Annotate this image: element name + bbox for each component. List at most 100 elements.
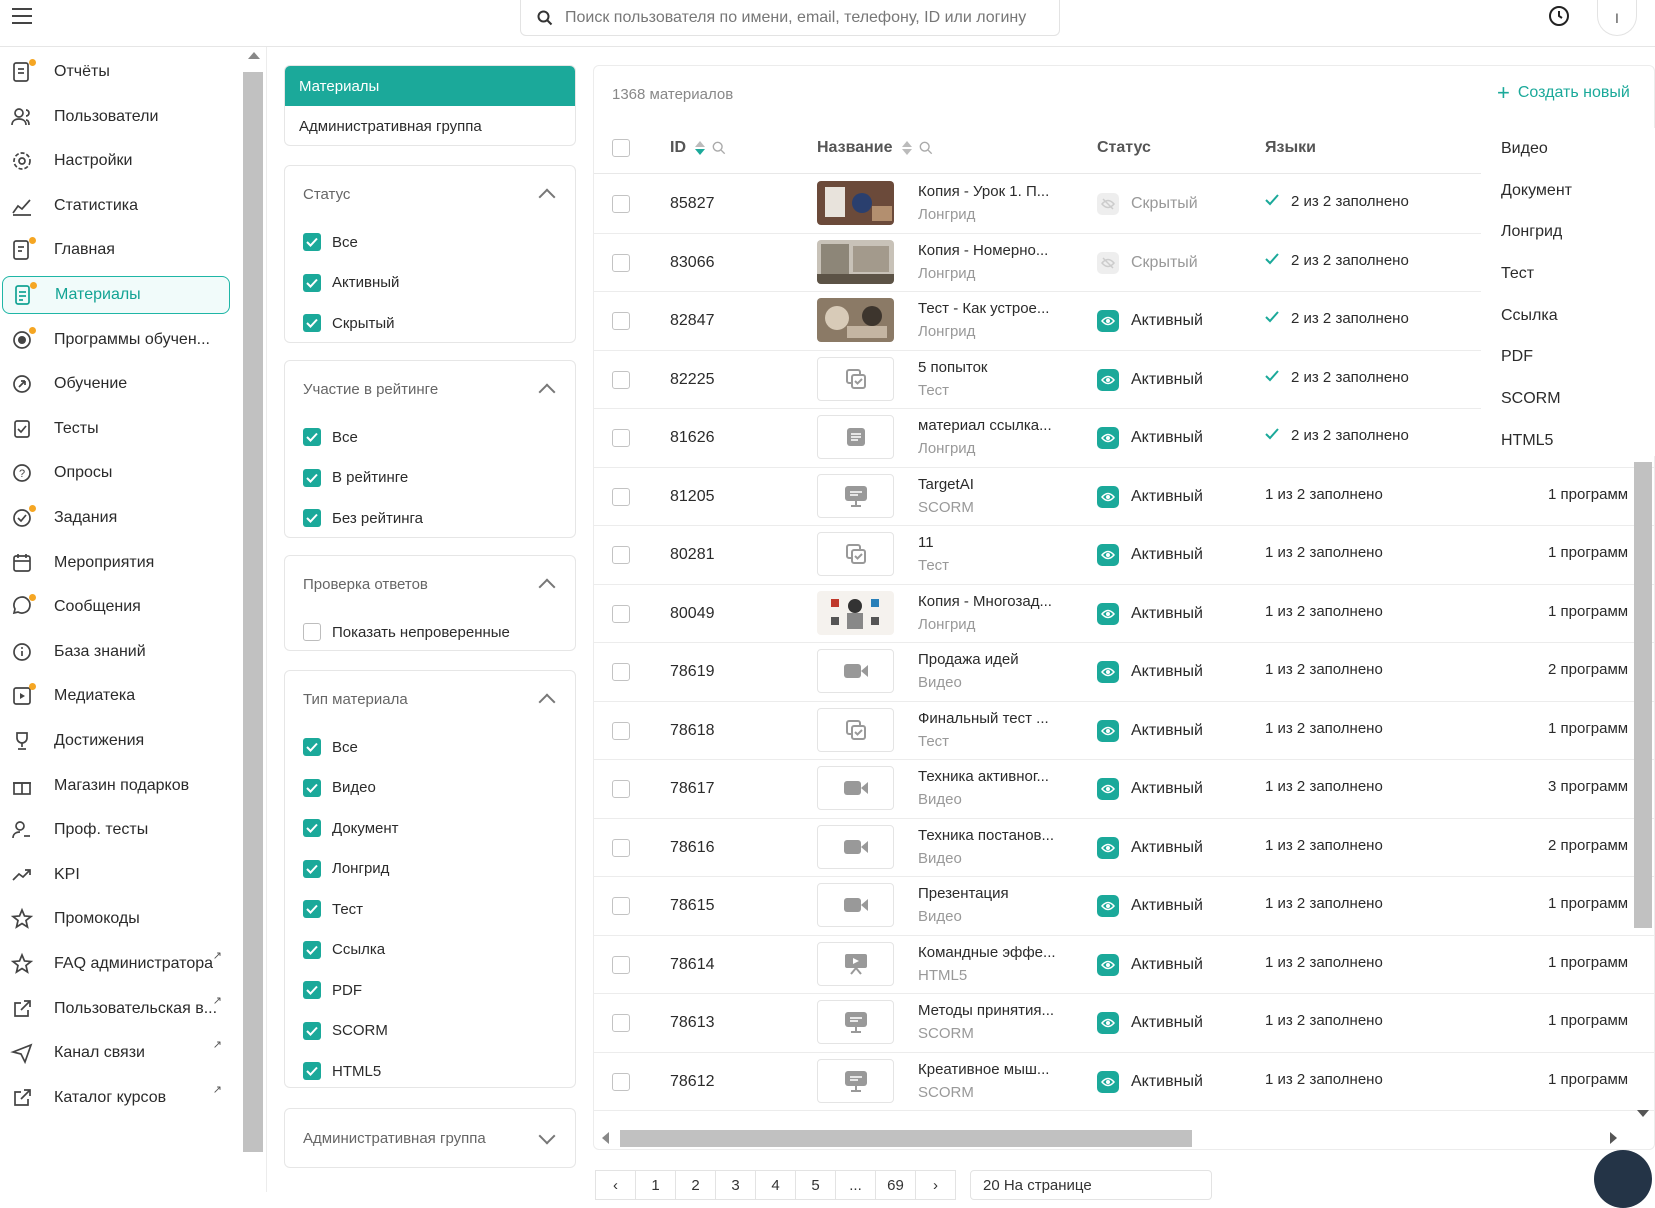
- chevron-up-icon[interactable]: [538, 693, 556, 710]
- scroll-right-arrow-icon[interactable]: [1610, 1132, 1617, 1144]
- table-row[interactable]: 78616 Техника постанов... Видео Активный 1 и…: [594, 819, 1654, 877]
- page-button[interactable]: 3: [715, 1170, 756, 1200]
- create-menu-item[interactable]: Видео: [1481, 128, 1655, 170]
- sidebar-item[interactable]: Сообщения: [2, 588, 230, 626]
- row-checkbox[interactable]: [612, 1014, 630, 1032]
- page-button[interactable]: ...: [835, 1170, 876, 1200]
- filter-option[interactable]: Активный: [285, 263, 575, 304]
- sidebar-item[interactable]: Проф. тесты: [2, 811, 230, 849]
- row-checkbox[interactable]: [612, 429, 630, 447]
- material-title[interactable]: 5 попыток: [918, 359, 988, 376]
- sidebar-item[interactable]: Промокоды: [2, 900, 230, 938]
- material-title[interactable]: Презентация: [918, 885, 1009, 902]
- sidebar-item[interactable]: Материалы: [2, 276, 230, 314]
- table-horizontal-scrollbar[interactable]: [600, 1128, 1618, 1148]
- next-page-button[interactable]: ›: [915, 1170, 956, 1200]
- checkbox[interactable]: [303, 778, 321, 797]
- material-title[interactable]: TargetAI: [918, 476, 974, 493]
- create-menu-item[interactable]: SCORM: [1481, 378, 1655, 420]
- search-input[interactable]: [565, 8, 1045, 27]
- filter-option[interactable]: Все: [285, 222, 575, 263]
- chevron-up-icon[interactable]: [538, 188, 556, 205]
- sidebar-item[interactable]: Отчёты: [2, 53, 230, 91]
- checkbox[interactable]: [303, 900, 321, 919]
- sidebar-item[interactable]: База знаний: [2, 633, 230, 671]
- page-button[interactable]: 4: [755, 1170, 796, 1200]
- sidebar-item[interactable]: Тесты: [2, 410, 230, 448]
- row-checkbox[interactable]: [612, 370, 630, 389]
- row-checkbox[interactable]: [612, 487, 630, 506]
- sidebar-item[interactable]: Канал связи ↗: [2, 1034, 230, 1072]
- search-icon[interactable]: [712, 141, 726, 155]
- filter-option[interactable]: Все: [285, 417, 575, 458]
- material-title[interactable]: Копия - Номерно...: [918, 242, 1048, 259]
- filter-option[interactable]: Лонгрид: [285, 849, 575, 890]
- chevron-down-icon[interactable]: [538, 1127, 556, 1144]
- material-title[interactable]: Тест - Как устрое...: [918, 300, 1049, 317]
- per-page-select[interactable]: 20 На странице: [970, 1170, 1212, 1200]
- row-checkbox[interactable]: [612, 780, 630, 798]
- row-checkbox[interactable]: [612, 663, 630, 681]
- filter-header[interactable]: Тип материала: [285, 671, 575, 727]
- table-row[interactable]: 81205 TargetAI SCORM Активный 1 из 2 заполне…: [594, 468, 1654, 526]
- checkbox[interactable]: [303, 314, 321, 333]
- sidebar-item[interactable]: Пользователи: [2, 98, 230, 136]
- search-icon[interactable]: [919, 141, 933, 155]
- table-row[interactable]: 80281 11 Тест Активный 1 из 2 заполнено 1 про…: [594, 526, 1654, 585]
- checkbox[interactable]: [303, 940, 321, 959]
- filter-option[interactable]: Все: [285, 727, 575, 768]
- row-checkbox[interactable]: [612, 604, 630, 623]
- material-title[interactable]: Копия - Урок 1. П...: [918, 183, 1049, 200]
- create-menu-item[interactable]: HTML5: [1481, 420, 1655, 462]
- avatar[interactable]: I: [1597, 0, 1637, 36]
- scroll-down-arrow-icon[interactable]: [1637, 1110, 1649, 1117]
- material-title[interactable]: Техника активног...: [918, 768, 1049, 785]
- table-row[interactable]: 78614 Командные эффе... HTML5 Активный 1 из …: [594, 936, 1654, 994]
- checkbox[interactable]: [303, 273, 321, 292]
- filter-header[interactable]: Участие в рейтинге: [285, 361, 575, 417]
- row-checkbox[interactable]: [612, 1072, 630, 1091]
- sidebar-item[interactable]: ? Опросы: [2, 454, 230, 492]
- sort-icon[interactable]: [694, 140, 706, 156]
- row-checkbox[interactable]: [612, 195, 630, 213]
- table-row[interactable]: 78617 Техника активног... Видео Активный 1 и…: [594, 760, 1654, 819]
- scroll-up-arrow-icon[interactable]: [248, 52, 260, 59]
- row-checkbox[interactable]: [612, 312, 630, 330]
- checkbox[interactable]: [303, 738, 321, 757]
- filter-option[interactable]: Ссылка: [285, 930, 575, 971]
- material-title[interactable]: Финальный тест ...: [918, 710, 1049, 727]
- row-checkbox[interactable]: [612, 546, 630, 564]
- sidebar-item[interactable]: Главная: [2, 231, 230, 269]
- table-row[interactable]: 78619 Продажа идей Видео Активный 1 из 2 зап…: [594, 643, 1654, 702]
- table-row[interactable]: 78613 Методы принятия... SCORM Активный 1 из…: [594, 994, 1654, 1053]
- create-menu-item[interactable]: Лонгрид: [1481, 211, 1655, 253]
- filter-option[interactable]: Без рейтинга: [285, 498, 575, 539]
- material-title[interactable]: Методы принятия...: [918, 1002, 1054, 1019]
- table-vertical-scrollbar[interactable]: [1634, 462, 1652, 1122]
- page-button[interactable]: 2: [675, 1170, 716, 1200]
- checkbox[interactable]: [303, 623, 321, 642]
- table-row[interactable]: 78615 Презентация Видео Активный 1 из 2 запо…: [594, 877, 1654, 936]
- row-checkbox[interactable]: [612, 897, 630, 915]
- scroll-left-arrow-icon[interactable]: [602, 1132, 609, 1144]
- create-menu-item[interactable]: Ссылка: [1481, 295, 1655, 337]
- material-title[interactable]: Креативное мыш...: [918, 1061, 1049, 1078]
- checkbox[interactable]: [303, 1062, 321, 1081]
- vertical-scroll-thumb[interactable]: [1634, 462, 1652, 928]
- sidebar-item[interactable]: Мероприятия: [2, 544, 230, 582]
- filter-option[interactable]: В рейтинге: [285, 458, 575, 499]
- page-button[interactable]: 69: [875, 1170, 916, 1200]
- filter-header[interactable]: Статус: [285, 166, 575, 222]
- checkbox[interactable]: [303, 468, 321, 487]
- tab-admin-group[interactable]: Административная группа: [285, 106, 575, 146]
- create-menu-item[interactable]: Документ: [1481, 170, 1655, 212]
- row-checkbox[interactable]: [612, 955, 630, 974]
- checkbox[interactable]: [303, 1021, 321, 1040]
- sidebar-item[interactable]: Настройки: [2, 142, 230, 180]
- filter-option[interactable]: PDF: [285, 970, 575, 1011]
- sidebar-item[interactable]: KPI: [2, 856, 230, 894]
- sidebar-scroll-thumb[interactable]: [243, 72, 263, 1152]
- chevron-up-icon[interactable]: [538, 578, 556, 595]
- filter-option[interactable]: Видео: [285, 768, 575, 809]
- filter-option[interactable]: Тест: [285, 889, 575, 930]
